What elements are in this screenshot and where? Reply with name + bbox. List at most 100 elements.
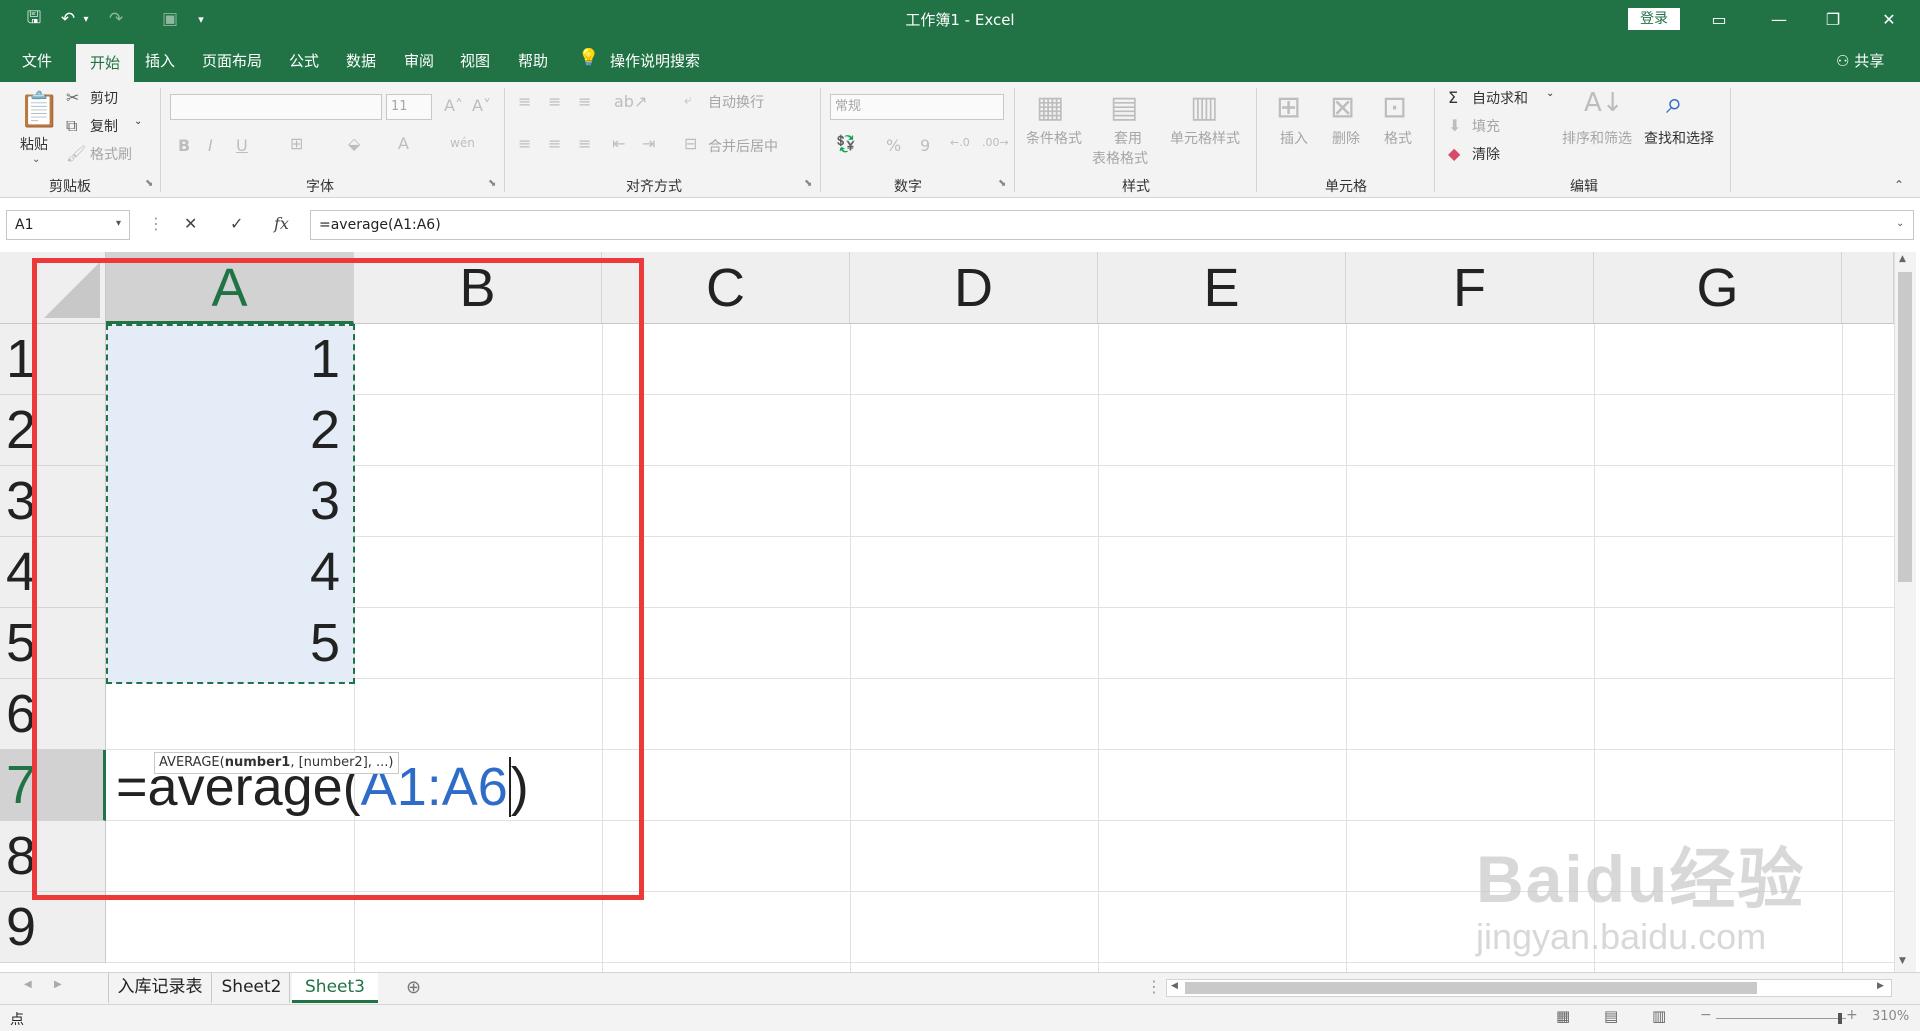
increase-decimal-icon[interactable]: ←.0 xyxy=(950,136,970,149)
clipboard-launcher-icon[interactable]: ⬊ xyxy=(145,178,153,189)
sheet-tab-3[interactable]: Sheet3 xyxy=(292,973,378,1003)
insert-function-button[interactable]: fx xyxy=(274,214,289,233)
align-top-icon[interactable]: ≡ xyxy=(518,92,531,111)
cell-styles-button[interactable]: 单元格样式 xyxy=(1170,128,1240,148)
page-layout-view-icon[interactable]: ▤ xyxy=(1604,1007,1618,1025)
ribbon-display-icon[interactable]: ▭ xyxy=(1696,0,1742,38)
align-center-icon[interactable]: ≡ xyxy=(548,134,561,153)
percent-button[interactable]: % xyxy=(886,136,901,155)
increase-indent-icon[interactable]: ⇥ xyxy=(642,134,655,153)
column-header-h[interactable] xyxy=(1842,252,1894,324)
cell-a4[interactable]: 4 xyxy=(108,537,348,608)
next-sheet-icon[interactable]: ▶ xyxy=(54,979,62,990)
normal-view-icon[interactable]: ▦ xyxy=(1556,1007,1570,1025)
horizontal-scrollbar[interactable]: ◀ ▶ xyxy=(1166,979,1892,997)
row-header-8[interactable]: 8 xyxy=(0,821,106,892)
tab-view[interactable]: 视图 xyxy=(460,50,490,71)
column-header-e[interactable]: E xyxy=(1098,252,1346,324)
align-right-icon[interactable]: ≡ xyxy=(578,134,591,153)
prev-sheet-icon[interactable]: ◀ xyxy=(24,979,32,990)
comma-button[interactable]: 9 xyxy=(920,136,930,155)
row-header-9[interactable]: 9 xyxy=(0,892,106,963)
conditional-format-button[interactable]: 条件格式 xyxy=(1026,128,1082,148)
column-header-f[interactable]: F xyxy=(1346,252,1594,324)
function-tooltip[interactable]: AVERAGE(number1, [number2], ...) xyxy=(154,752,399,774)
close-icon[interactable]: ✕ xyxy=(1866,0,1912,38)
row-header-1[interactable]: 1 xyxy=(0,324,106,395)
column-header-b[interactable]: B xyxy=(354,252,602,324)
paste-button[interactable]: 粘贴 xyxy=(20,134,48,154)
autosum-button[interactable]: 自动求和 xyxy=(1472,88,1528,108)
sheet-tab-2[interactable]: Sheet2 xyxy=(214,973,290,1003)
row-header-2[interactable]: 2 xyxy=(0,395,106,466)
scroll-left-icon[interactable]: ◀ xyxy=(1171,981,1178,991)
currency-icon[interactable]: 💱 xyxy=(836,134,856,153)
delete-cells-button[interactable]: 删除 xyxy=(1332,128,1360,148)
number-format-dropdown[interactable]: 常规 xyxy=(830,94,1004,120)
merge-center-icon[interactable]: ⊟ xyxy=(684,134,697,153)
format-cells-button[interactable]: 格式 xyxy=(1384,128,1412,148)
row-header-7[interactable]: 7 xyxy=(0,750,106,821)
cell-a3[interactable]: 3 xyxy=(108,466,348,537)
expand-formula-icon[interactable]: ⌄ xyxy=(1896,218,1904,229)
fill-button[interactable]: 填充 xyxy=(1472,116,1500,136)
zoom-slider-thumb[interactable] xyxy=(1838,1013,1842,1024)
format-table-button[interactable]: 套用 xyxy=(1114,128,1142,148)
tab-formulas[interactable]: 公式 xyxy=(289,50,319,71)
tab-data[interactable]: 数据 xyxy=(346,50,376,71)
cut-button[interactable]: 剪切 xyxy=(90,88,118,108)
column-header-g[interactable]: G xyxy=(1594,252,1842,324)
name-box[interactable]: A1 xyxy=(6,210,130,240)
merge-center-button[interactable]: 合并后居中 xyxy=(708,136,778,156)
font-color-button[interactable]: A xyxy=(398,134,409,153)
align-left-icon[interactable]: ≡ xyxy=(518,134,531,153)
font-name-dropdown[interactable] xyxy=(170,94,382,120)
decrease-decimal-icon[interactable]: .00→ xyxy=(982,136,1009,149)
page-break-view-icon[interactable]: ▥ xyxy=(1652,1007,1666,1025)
row-header-5[interactable]: 5 xyxy=(0,608,106,679)
restore-icon[interactable]: ❐ xyxy=(1810,0,1856,38)
column-header-c[interactable]: C xyxy=(602,252,850,324)
italic-button[interactable]: I xyxy=(208,136,213,155)
zoom-slider[interactable] xyxy=(1716,1018,1846,1019)
align-bottom-icon[interactable]: ≡ xyxy=(578,92,591,111)
tab-insert[interactable]: 插入 xyxy=(145,50,175,71)
wrap-text-icon[interactable]: ⤶ xyxy=(684,92,692,108)
copy-dropdown-icon[interactable]: ⌄ xyxy=(134,116,142,127)
tab-file[interactable]: 文件 xyxy=(22,50,52,71)
paste-dropdown-icon[interactable]: ⌄ xyxy=(32,154,40,165)
find-select-button[interactable]: 查找和选择 xyxy=(1644,128,1714,148)
vertical-scrollbar[interactable]: ▲ ▼ xyxy=(1894,252,1916,972)
paste-icon[interactable]: 📋 xyxy=(18,90,60,130)
sheet-tab-1[interactable]: 入库记录表 xyxy=(108,973,212,1003)
orientation-icon[interactable]: ab↗ xyxy=(614,92,647,111)
zoom-in-icon[interactable]: + xyxy=(1846,1007,1858,1023)
wrap-text-button[interactable]: 自动换行 xyxy=(708,92,764,112)
underline-button[interactable]: U xyxy=(236,136,248,155)
phonetic-button[interactable]: wén xyxy=(450,136,475,150)
cell-a5[interactable]: 5 xyxy=(108,608,348,679)
format-painter-button[interactable]: 格式刷 xyxy=(90,144,132,164)
scrollbar-thumb[interactable] xyxy=(1898,272,1912,582)
share-button[interactable]: ⚇ 共享 xyxy=(1836,50,1884,71)
font-size-dropdown[interactable]: 11 xyxy=(386,94,432,120)
font-launcher-icon[interactable]: ⬊ xyxy=(488,178,496,189)
tab-review[interactable]: 审阅 xyxy=(404,50,434,71)
login-button[interactable]: 登录 xyxy=(1628,8,1680,30)
sort-filter-button[interactable]: 排序和筛选 xyxy=(1562,128,1632,148)
enter-formula-button[interactable]: ✓ xyxy=(230,214,243,233)
select-all-button[interactable] xyxy=(0,252,106,324)
bold-button[interactable]: B xyxy=(178,136,190,155)
row-header-6[interactable]: 6 xyxy=(0,679,106,750)
new-sheet-icon[interactable]: ⊕ xyxy=(406,977,421,998)
cell-a1[interactable]: 1 xyxy=(108,324,348,395)
border-icon[interactable]: ⊞ xyxy=(290,134,303,153)
scroll-right-icon[interactable]: ▶ xyxy=(1877,981,1884,991)
scroll-up-icon[interactable]: ▲ xyxy=(1899,254,1906,264)
scroll-down-icon[interactable]: ▼ xyxy=(1899,956,1906,966)
copy-button[interactable]: 复制 xyxy=(90,116,118,136)
tell-me-search[interactable]: 操作说明搜索 xyxy=(610,50,700,71)
row-header-3[interactable]: 3 xyxy=(0,466,106,537)
decrease-font-icon[interactable]: A˅ xyxy=(472,96,491,115)
fill-color-icon[interactable]: ⬙ xyxy=(348,134,360,153)
